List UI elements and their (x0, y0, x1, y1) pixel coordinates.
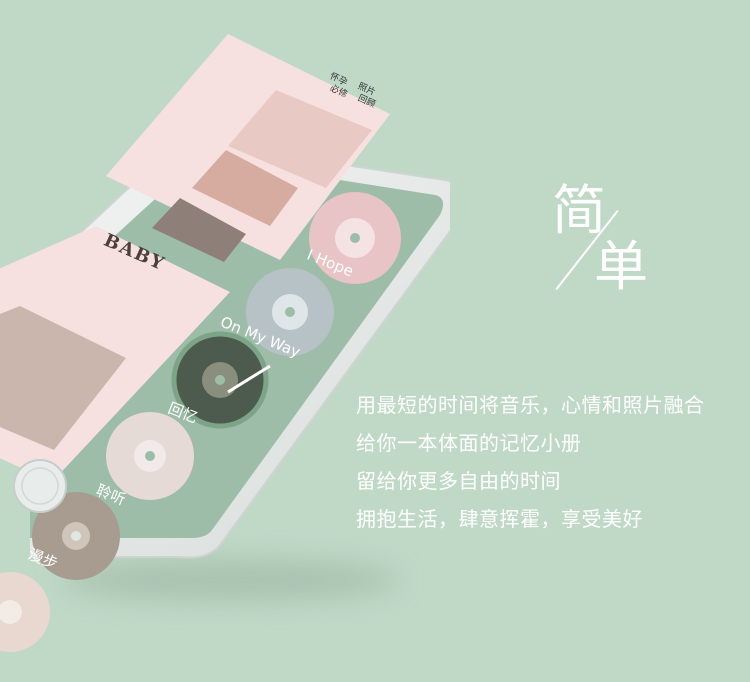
headline-char-1: 简 (552, 179, 606, 242)
tagline-1: 用最短的时间将音乐，心情和照片融合 (356, 393, 705, 417)
headline-char-2: 单 (594, 235, 648, 298)
headline: 简 单 (548, 182, 668, 312)
tagline-2: 给你一本体面的记忆小册 (356, 431, 582, 455)
tagline-4: 拥抱生活，肆意挥霍，享受美好 (356, 507, 643, 531)
disc-extra (0, 572, 50, 652)
stage: BABY 怀孕 必修 照片 回顾 I Hope On My Way 回忆 聆听 … (0, 0, 750, 682)
tagline-list: 用最短的时间将音乐，心情和照片融合 给你一本体面的记忆小册 留给你更多自由的时间… (356, 386, 705, 538)
disc-i-hope[interactable] (309, 192, 401, 284)
home-button-icon[interactable] (13, 459, 67, 513)
tagline-3: 留给你更多自由的时间 (356, 469, 561, 493)
